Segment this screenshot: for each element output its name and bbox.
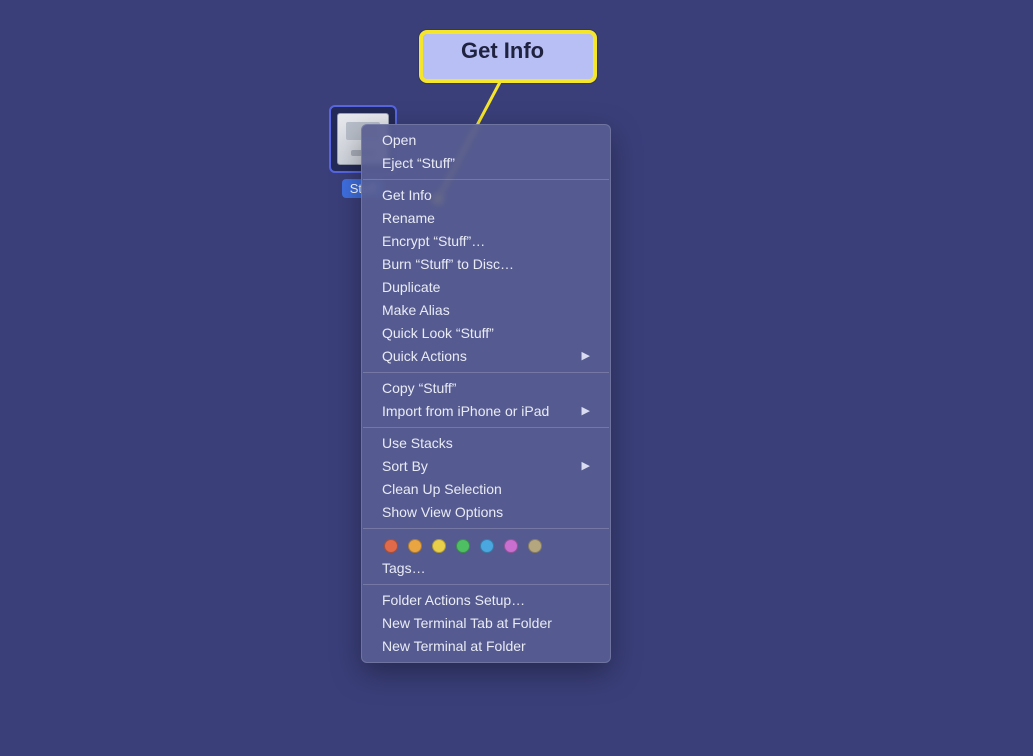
tag-dot-0[interactable] [384, 539, 398, 553]
menu-item-label: Clean Up Selection [382, 480, 502, 499]
tags-row [362, 533, 610, 557]
menu-item-label: Quick Look “Stuff” [382, 324, 494, 343]
menu-item[interactable]: Import from iPhone or iPad ▶ [362, 400, 610, 423]
menu-item-label: Import from iPhone or iPad [382, 402, 549, 421]
menu-item-label: Quick Actions [382, 347, 467, 366]
context-menu: Open Eject “Stuff” Get Info Rename Encrypt “… [361, 124, 611, 663]
menu-separator [363, 427, 609, 428]
menu-item-label: Open [382, 131, 416, 150]
menu-item-label: Show View Options [382, 503, 503, 522]
menu-item[interactable]: Burn “Stuff” to Disc… [362, 253, 610, 276]
menu-item[interactable]: Encrypt “Stuff”… [362, 230, 610, 253]
menu-item-label: Tags… [382, 559, 426, 578]
submenu-arrow-icon: ▶ [582, 457, 590, 476]
menu-item-label: Use Stacks [382, 434, 453, 453]
menu-item-label: Eject “Stuff” [382, 154, 455, 173]
callout-label: Get Info [461, 38, 544, 64]
menu-item[interactable]: Rename [362, 207, 610, 230]
menu-item[interactable]: Quick Look “Stuff” [362, 322, 610, 345]
menu-item-label: Get Info [382, 186, 432, 205]
menu-separator [363, 584, 609, 585]
menu-separator [363, 372, 609, 373]
submenu-arrow-icon: ▶ [582, 347, 590, 366]
menu-item-label: Burn “Stuff” to Disc… [382, 255, 514, 274]
tag-dot-4[interactable] [480, 539, 494, 553]
menu-item-label: Encrypt “Stuff”… [382, 232, 485, 251]
menu-item-label: Folder Actions Setup… [382, 591, 525, 610]
tag-dot-3[interactable] [456, 539, 470, 553]
callout-get-info: Get Info [419, 30, 597, 83]
menu-item[interactable]: Sort By ▶ [362, 455, 610, 478]
menu-item-label: Make Alias [382, 301, 450, 320]
menu-item[interactable]: Folder Actions Setup… [362, 589, 610, 612]
menu-item-label: Rename [382, 209, 435, 228]
menu-item[interactable]: Open [362, 129, 610, 152]
tag-dot-2[interactable] [432, 539, 446, 553]
menu-separator [363, 528, 609, 529]
menu-separator [363, 179, 609, 180]
menu-item-label: Sort By [382, 457, 428, 476]
menu-item[interactable]: Eject “Stuff” [362, 152, 610, 175]
menu-item[interactable]: Tags… [362, 557, 610, 580]
menu-item[interactable]: Copy “Stuff” [362, 377, 610, 400]
menu-item[interactable]: Use Stacks [362, 432, 610, 455]
menu-item-label: New Terminal Tab at Folder [382, 614, 552, 633]
menu-item[interactable]: Show View Options [362, 501, 610, 524]
menu-item-label: Duplicate [382, 278, 440, 297]
menu-item-label: Copy “Stuff” [382, 379, 456, 398]
menu-item[interactable]: Get Info [362, 184, 610, 207]
menu-item-label: New Terminal at Folder [382, 637, 526, 656]
menu-item[interactable]: Clean Up Selection [362, 478, 610, 501]
submenu-arrow-icon: ▶ [582, 402, 590, 421]
tag-dot-6[interactable] [528, 539, 542, 553]
tag-dot-1[interactable] [408, 539, 422, 553]
menu-item[interactable]: New Terminal Tab at Folder [362, 612, 610, 635]
menu-item[interactable]: Duplicate [362, 276, 610, 299]
tag-dot-5[interactable] [504, 539, 518, 553]
menu-item[interactable]: New Terminal at Folder [362, 635, 610, 658]
menu-item[interactable]: Make Alias [362, 299, 610, 322]
menu-item[interactable]: Quick Actions ▶ [362, 345, 610, 368]
